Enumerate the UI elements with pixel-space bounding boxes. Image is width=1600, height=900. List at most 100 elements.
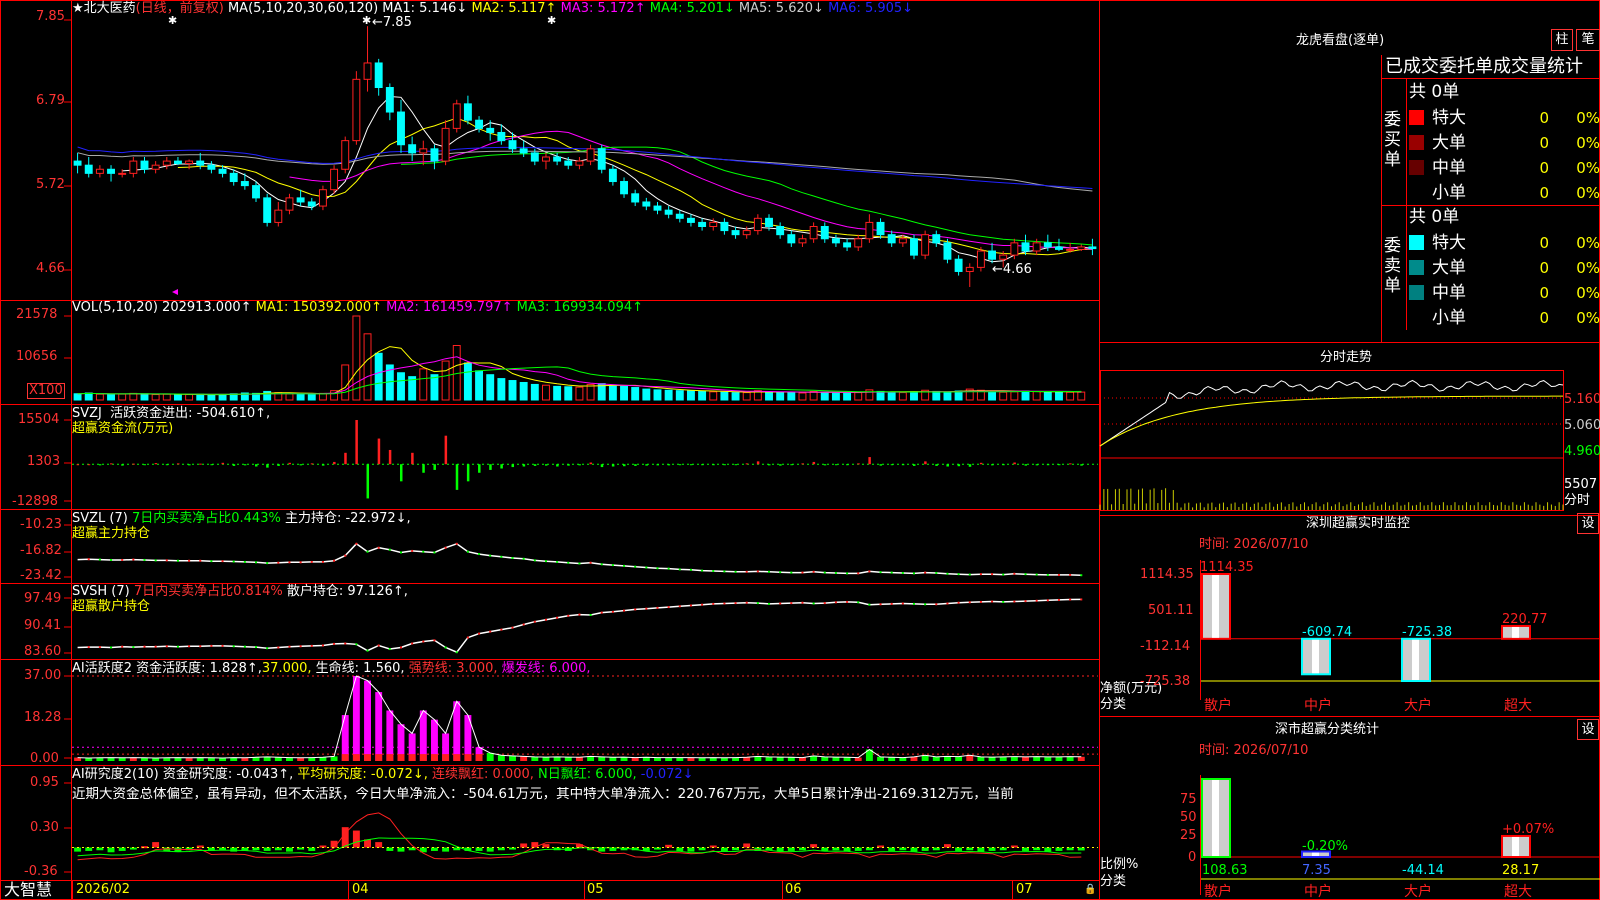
candle-body	[508, 140, 517, 150]
svsh-line-tick	[890, 602, 893, 605]
svzj-bar	[221, 462, 225, 465]
candle-body	[162, 160, 171, 166]
bar-mode-button[interactable]: 柱	[1551, 29, 1573, 51]
volume-bar	[787, 392, 796, 401]
svzj-bar	[912, 464, 916, 466]
svsh-line-tick	[1013, 600, 1016, 603]
svzj-bar	[600, 464, 604, 468]
svzl-tick: -16.82	[20, 543, 62, 558]
volume-unit-badge[interactable]: X100	[27, 383, 65, 399]
svzl-line-tick	[957, 573, 960, 576]
buy-row-percent: 0%	[1576, 159, 1600, 177]
candle	[921, 230, 930, 260]
candle	[1055, 238, 1063, 252]
candle-body	[731, 230, 740, 236]
lock-icon[interactable]: 🔒	[1084, 882, 1096, 897]
candle-body	[73, 160, 82, 166]
tick-mode-button[interactable]: 笔	[1576, 29, 1600, 51]
candle	[296, 189, 305, 207]
sell-row-label: 特大	[1432, 233, 1466, 253]
volume-title[interactable]: VOL(5,10,20)	[72, 300, 158, 315]
svzl-line-tick	[199, 559, 202, 562]
ai-activity-title[interactable]: AI活跃度2	[72, 661, 132, 676]
buy-total: 共 0单	[1409, 82, 1460, 102]
svsh-line-tick	[901, 602, 904, 605]
sell-color-swatch	[1409, 285, 1424, 300]
ai-research-bar	[352, 830, 360, 848]
ai-activity-bar	[609, 757, 617, 761]
event-marker-icon[interactable]: ✱	[362, 13, 371, 28]
candle-body	[519, 148, 528, 154]
svzl-line-tick	[355, 542, 358, 545]
candle-body	[876, 221, 885, 236]
volume-bar	[1066, 391, 1075, 401]
ai-research-bar	[375, 842, 383, 848]
sell-row-count: 0	[1539, 284, 1549, 302]
ma2-value: MA2: 5.117↑	[471, 1, 557, 16]
svzl-line-tick	[433, 551, 436, 554]
volume-bar	[118, 393, 127, 401]
svzl-line-tick	[511, 556, 514, 559]
svsh-line-tick	[411, 642, 414, 645]
event-marker-icon[interactable]: ✱	[547, 13, 556, 28]
chart-canvas[interactable]: 特大 0 0% 大单 0 0% 中单 0 0% 小单 0 0% 特大 0 0% 大单 0 0% 中单 0 0% 小单 0 0%…	[0, 0, 1600, 900]
candle-body	[553, 156, 562, 162]
candle-body	[542, 156, 550, 162]
ai-research-bar	[520, 843, 528, 848]
stock-name[interactable]: 北大医药	[84, 1, 136, 16]
intraday-title[interactable]: 分时走势	[1320, 350, 1372, 365]
svzl-line-tick	[344, 554, 347, 557]
ai-research-avg: 平均研究度: -0.072↓,	[297, 767, 428, 782]
ai-research-tick: -0.36	[24, 864, 58, 879]
svzj-bar	[243, 464, 247, 466]
sell-color-swatch	[1409, 235, 1424, 250]
svzl-line-tick	[132, 558, 135, 561]
candle	[976, 246, 985, 272]
candle	[820, 222, 829, 243]
candle	[374, 58, 383, 96]
candle	[686, 214, 695, 227]
ai-research-title[interactable]: AI研究度2(10)	[72, 767, 159, 782]
candle-body	[352, 78, 361, 142]
candle	[943, 238, 952, 264]
svzj-title[interactable]: SVZJ	[72, 406, 102, 421]
svzl-line-tick	[366, 550, 369, 553]
ai-research-bar	[743, 843, 751, 848]
intraday-vol-max: 5507	[1564, 477, 1598, 492]
candle-body	[1010, 242, 1019, 256]
classify-settings-button[interactable]: 设	[1577, 719, 1599, 740]
svsh-title[interactable]: SVSH (7)	[72, 584, 130, 599]
svzj-bar	[678, 464, 682, 466]
event-marker-icon[interactable]: ✱	[168, 13, 177, 28]
ai-research-bar	[1033, 847, 1041, 851]
svzl-line-tick	[522, 557, 525, 560]
svzj-bar	[991, 464, 994, 466]
svsh-line-tick	[645, 607, 648, 610]
ma5-line	[122, 95, 1093, 263]
volume-bar	[731, 392, 740, 401]
volume-bar	[73, 393, 82, 401]
svsh-line-tick	[991, 600, 994, 603]
svsh-line-tick	[756, 602, 759, 605]
svzl-title[interactable]: SVZL (7)	[72, 511, 128, 526]
ai-research-bar	[430, 847, 438, 851]
ai-research-bar	[955, 847, 963, 851]
candle	[162, 157, 171, 170]
period-label[interactable]: (日线，前复权)	[136, 1, 224, 16]
buy-row-label: 大单	[1432, 133, 1466, 153]
volume-bar	[95, 393, 104, 401]
candle-body	[999, 254, 1008, 260]
candle-body	[932, 234, 941, 244]
monitor-settings-button[interactable]: 设	[1577, 513, 1599, 534]
volume-bar	[296, 393, 305, 401]
ai-research-bar	[1044, 847, 1052, 852]
svsh-subtitle: 超赢散户持仓	[72, 599, 151, 614]
candle-body	[686, 217, 695, 223]
ai-research-bar	[921, 847, 929, 851]
ai-activity-base	[397, 754, 405, 761]
svsh-line-tick	[299, 645, 302, 648]
ai-activity-base	[430, 754, 438, 761]
volume-bar	[519, 381, 528, 401]
svsh-line-tick	[243, 645, 246, 648]
svzj-value: 活跃资金进出: -504.610↑,	[110, 406, 271, 421]
